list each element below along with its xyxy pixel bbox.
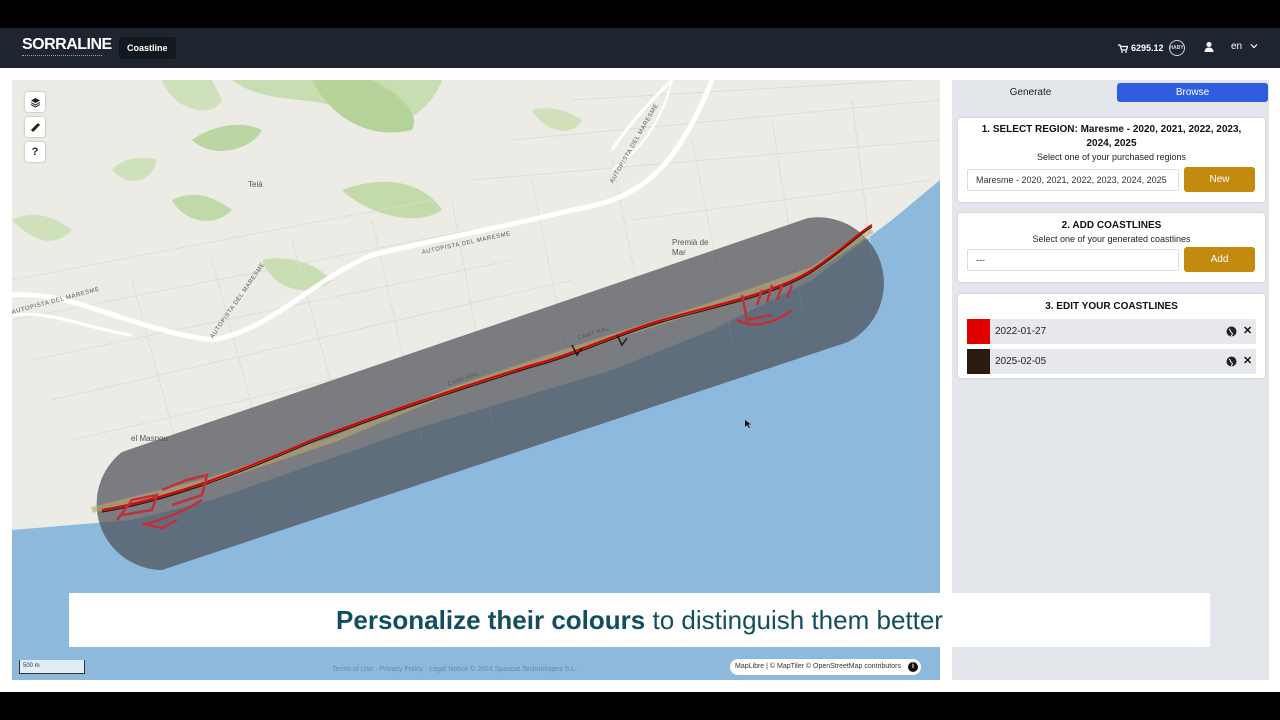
caption-banner: Personalize their colours to distinguish… (69, 593, 1210, 647)
add-coastline-button[interactable]: Add (1184, 247, 1255, 272)
place-label: el Masnou (131, 434, 168, 443)
globe-icon[interactable] (1226, 356, 1237, 367)
mouse-cursor-icon (745, 420, 751, 428)
attribution-text: MapLibre | © MapTiler © OpenStreetMap co… (735, 663, 901, 670)
logo[interactable]: SORRALINE (22, 36, 112, 54)
color-swatch[interactable] (967, 349, 990, 374)
coastline-date: 2022-01-27 (995, 326, 1047, 337)
step3-title: 3. EDIT YOUR COASTLINES (1045, 301, 1178, 312)
step2-subtitle: Select one of your generated coastlines (1032, 234, 1191, 244)
info-icon[interactable]: i (907, 662, 918, 672)
help-icon[interactable]: ? (25, 142, 45, 162)
side-panel: Generate Browse 1. SELECT REGION: Maresm… (952, 80, 1269, 680)
color-swatch[interactable] (967, 319, 990, 344)
top-navbar: SORRALINE Coastline 6295.12 HABY en (0, 28, 1280, 68)
app-frame: SORRALINE Coastline 6295.12 HABY en Teià… (0, 28, 1280, 692)
credits-value: 6295.12 (1131, 43, 1164, 53)
map-canvas[interactable] (12, 80, 940, 680)
coastline-nav-button[interactable]: Coastline (119, 37, 176, 59)
tab-browse[interactable]: Browse (1117, 83, 1268, 102)
place-label: Teià (248, 180, 263, 189)
new-region-button[interactable]: New (1184, 167, 1255, 192)
map-scale: 500 m (19, 660, 85, 674)
coastline-row: 2022-01-27 ✕ (967, 319, 1256, 344)
coastline-select[interactable]: --- (967, 249, 1179, 271)
map-attribution: MapLibre | © MapTiler © OpenStreetMap co… (730, 659, 921, 675)
select-region-card: 1. SELECT REGION: Maresme - 2020, 2021, … (958, 118, 1265, 202)
ruler-icon[interactable] (25, 117, 45, 137)
panel-tabs: Generate Browse (952, 80, 1269, 106)
caption-rest: to distinguish them better (645, 604, 943, 635)
caption-bold: Personalize their colours (336, 604, 646, 635)
cart-icon (1118, 43, 1128, 53)
chevron-down-icon[interactable] (1250, 42, 1258, 50)
language-selector[interactable]: en (1231, 41, 1242, 52)
map-view[interactable]: Teià Premià de Mar el Masnou AUTOPISTA D… (12, 80, 940, 680)
logo-underline (22, 55, 102, 56)
coastline-date: 2025-02-05 (995, 356, 1047, 367)
remove-coastline-icon[interactable]: ✕ (1243, 354, 1252, 367)
add-coastlines-card: 2. ADD COASTLINES Select one of your gen… (958, 213, 1265, 282)
globe-icon[interactable] (1226, 326, 1237, 337)
credits-badge: HABY (1168, 40, 1185, 56)
map-footer-links[interactable]: Terms of Use · Privacy Policy · Legal No… (332, 666, 577, 673)
layers-icon[interactable] (25, 92, 45, 112)
step2-title: 2. ADD COASTLINES (1061, 220, 1162, 231)
coastline-row: 2025-02-05 ✕ (967, 349, 1256, 374)
place-label: Premià de Mar (672, 238, 709, 257)
region-select[interactable]: Maresme - 2020, 2021, 2022, 2023, 2024, … (967, 169, 1179, 191)
step1-subtitle: Select one of your purchased regions (1036, 152, 1187, 162)
user-icon[interactable] (1203, 41, 1215, 53)
cart-credits[interactable]: 6295.12 HABY (1118, 40, 1185, 56)
remove-coastline-icon[interactable]: ✕ (1243, 324, 1252, 337)
step1-title: 1. SELECT REGION: Maresme - 2020, 2021, … (981, 124, 1242, 149)
edit-coastlines-card: 3. EDIT YOUR COASTLINES 2022-01-27 ✕ 202… (958, 294, 1265, 378)
tab-generate[interactable]: Generate (954, 83, 1107, 102)
